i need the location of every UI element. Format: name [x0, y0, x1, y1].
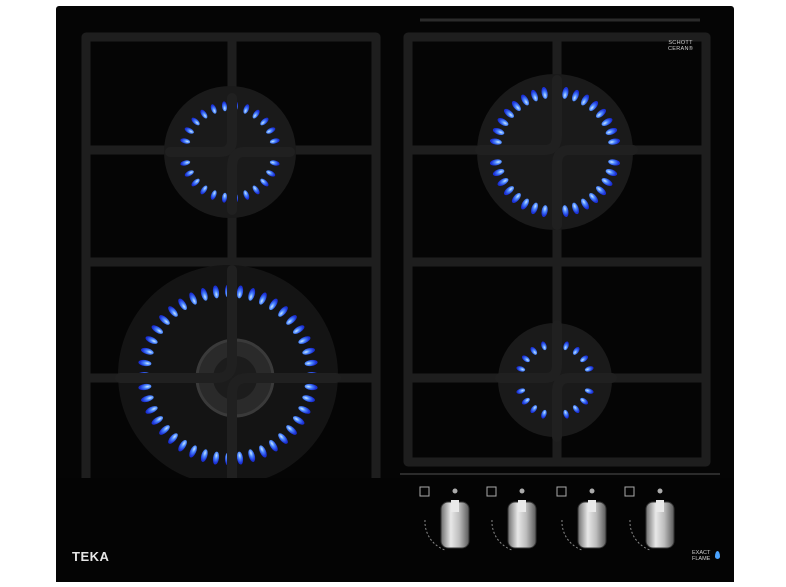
technology-logo: EXACT FLAME	[692, 550, 710, 562]
control-strip	[56, 478, 734, 582]
glass-brand-line2: CERAN®	[668, 46, 694, 52]
technology-line2: FLAME	[692, 556, 711, 562]
gas-hob	[56, 6, 734, 582]
glass-brand-logo: SCHOTT CERAN®	[668, 40, 693, 52]
flame-icon	[715, 551, 720, 559]
brand-logo: TEKA	[72, 549, 110, 564]
